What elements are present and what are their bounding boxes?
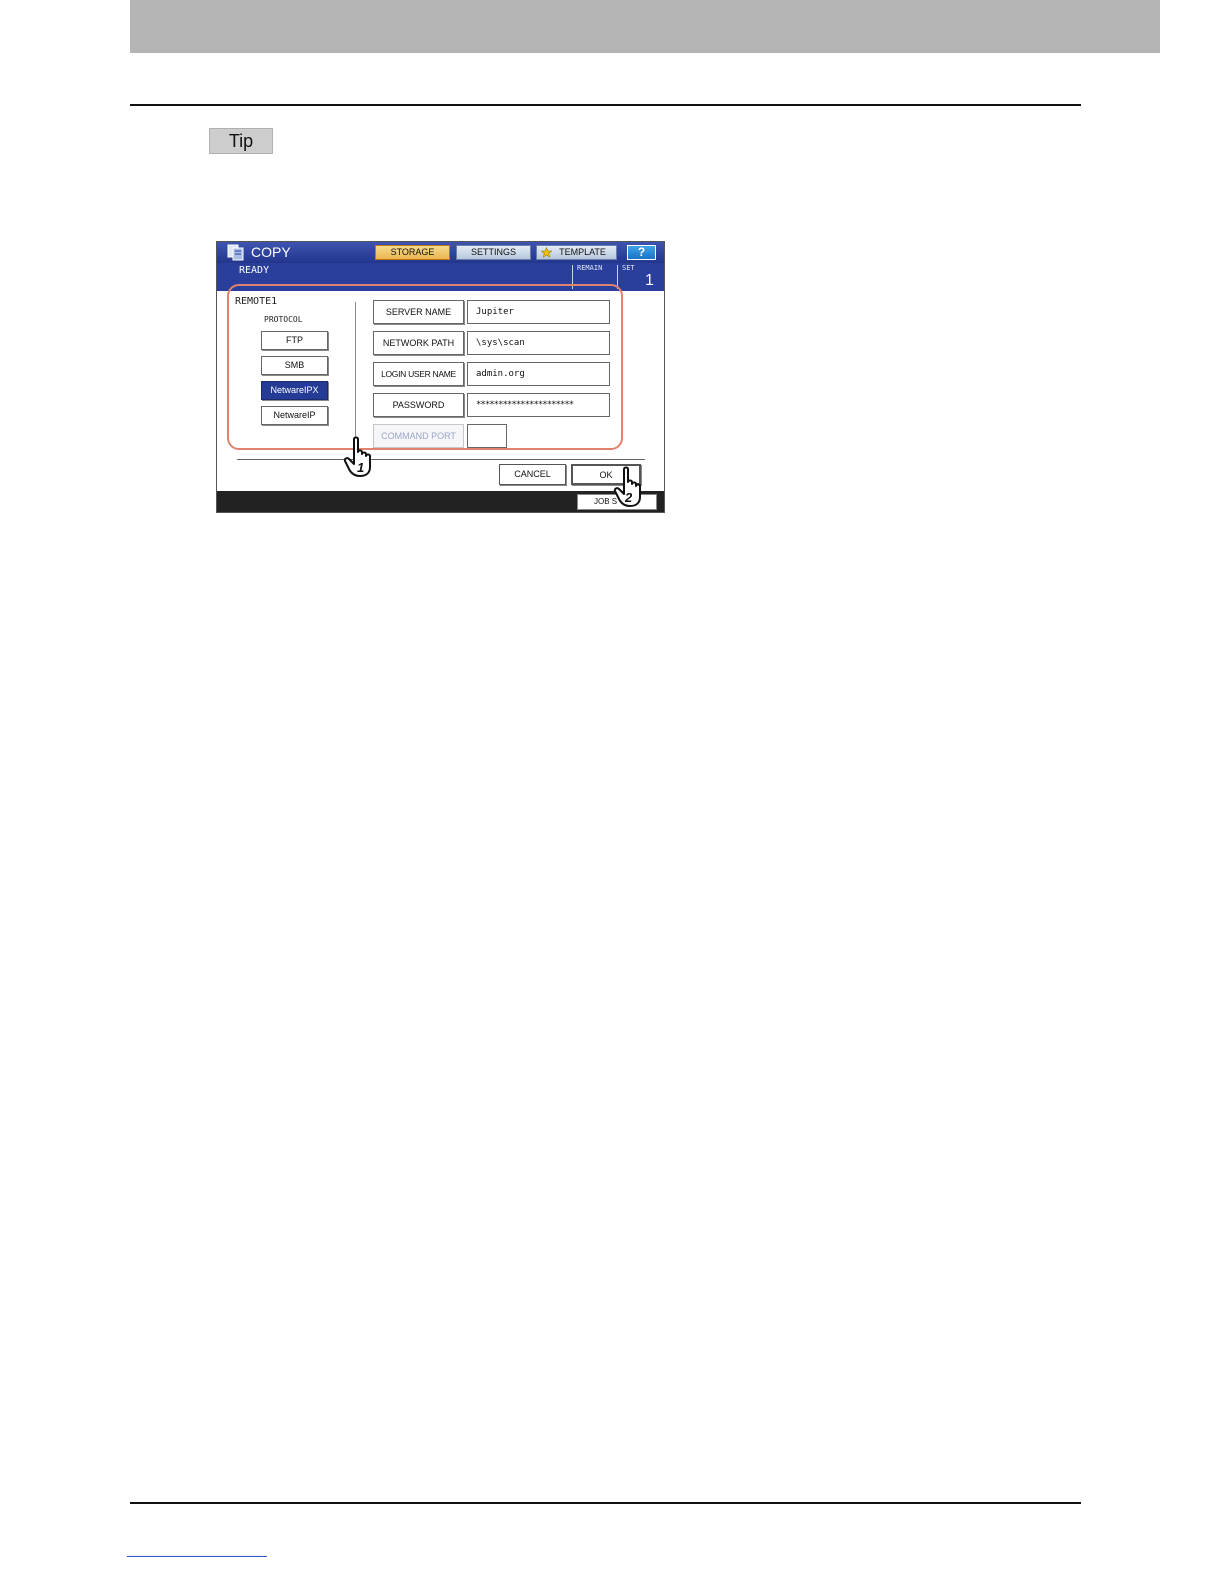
pointing-hand-icon: 2 <box>613 466 641 507</box>
step-2-number: 2 <box>624 490 633 505</box>
cancel-button[interactable]: CANCEL <box>499 464 566 485</box>
template-button[interactable]: TEMPLATE <box>536 245 617 260</box>
page-header-band <box>130 0 1160 53</box>
footer-link-underline[interactable] <box>127 1556 267 1557</box>
control-panel-screenshot: COPY STORAGE SETTINGS TEMPLATE ? READY R… <box>216 241 665 513</box>
top-bar: COPY STORAGE SETTINGS TEMPLATE ? <box>217 242 664 263</box>
settings-button[interactable]: SETTINGS <box>456 245 531 260</box>
set-label: SET <box>622 264 635 272</box>
copy-icon <box>227 244 244 261</box>
set-count: 1 <box>645 272 654 289</box>
remain-label: REMAIN <box>577 264 603 272</box>
help-button[interactable]: ? <box>627 245 656 260</box>
status-text: READY <box>239 265 270 276</box>
step-1-number: 1 <box>357 460 364 475</box>
pointing-hand-icon: 1 <box>343 436 371 477</box>
tip-badge: Tip <box>209 128 273 154</box>
settings-highlight-frame <box>227 284 623 450</box>
footer-rule <box>130 1502 1081 1504</box>
action-divider <box>237 459 645 460</box>
header-rule <box>130 104 1081 106</box>
star-icon <box>541 247 552 258</box>
template-label: TEMPLATE <box>559 247 606 257</box>
app-title: COPY <box>251 244 291 260</box>
storage-button[interactable]: STORAGE <box>375 245 450 260</box>
